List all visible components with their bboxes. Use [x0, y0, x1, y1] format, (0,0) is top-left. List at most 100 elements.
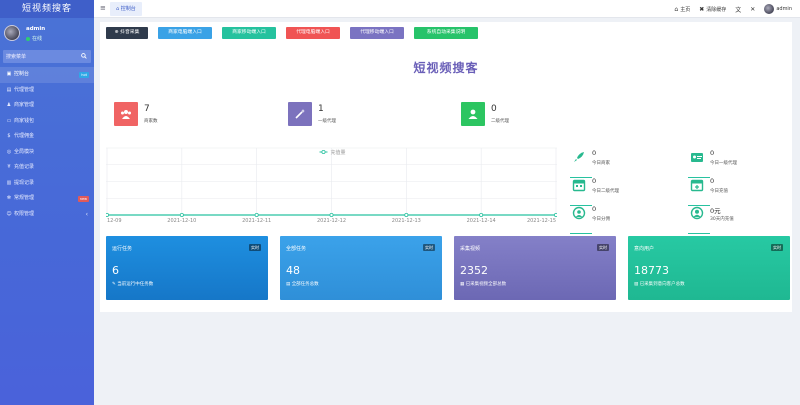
- sidebar-item-4[interactable]: $ 代理佣金: [0, 129, 94, 145]
- tab-dashboard[interactable]: ⌂ 控制台: [110, 2, 142, 16]
- topnav-translate[interactable]: 文: [735, 5, 741, 14]
- sidebar-item-label: 商家管理: [14, 102, 35, 108]
- chevron-left-icon: ‹: [85, 210, 88, 218]
- summary-card-0[interactable]: 运行任务 实时 6 ✎ 当前运行中任务数: [106, 236, 268, 300]
- users-icon: [114, 102, 138, 126]
- sidebar-item-label: 商家钱包: [14, 117, 35, 124]
- card-description-text: 当前运行中任务数: [117, 282, 154, 287]
- mini-stat-bar: [570, 232, 592, 234]
- mini-stat-label: 今日一级代理: [710, 161, 737, 166]
- quick-button-4[interactable]: 代理移动端入口: [350, 27, 404, 39]
- sidebar-item-label: 代理佣金: [14, 133, 35, 139]
- quick-button-0[interactable]: ⊕ 抖音采集: [106, 27, 148, 39]
- data-point: [553, 213, 558, 218]
- user-status-text: 在线: [32, 36, 43, 42]
- top-nav: ⌂ 主页 ✖ 清除缓存 文 ✕ admin: [674, 0, 792, 18]
- data-point: [479, 213, 484, 218]
- data-point: [254, 213, 259, 218]
- user-panel: admin 在线: [0, 18, 94, 48]
- topnav-home[interactable]: ⌂ 主页: [674, 6, 690, 13]
- user-name: admin: [26, 26, 46, 32]
- mini-stat-value: 0: [710, 177, 715, 185]
- sidebar-item-label: 充值记录: [14, 164, 35, 170]
- quick-buttons: ⊕ 抖音采集 商家电脑端入口 商家移动端入口 代理电脑端入口 代理移动端入口 系统自动采集…: [106, 27, 478, 39]
- topnav-avatar[interactable]: admin: [764, 4, 792, 14]
- mini-stat-value: 0: [592, 205, 597, 213]
- group-icon: ☺: [6, 210, 12, 217]
- menu-toggle-icon[interactable]: ≡: [100, 4, 106, 12]
- online-dot-icon: [26, 36, 30, 41]
- mini-stat-label: 30天内充值: [710, 217, 734, 222]
- sidebar-item-5[interactable]: ◎ 全局模块: [0, 145, 94, 161]
- x-tick-label: 2021-12-11: [242, 218, 271, 222]
- dashboard-icon: ▣: [6, 71, 12, 77]
- sidebar-item-0[interactable]: ▣ 控制台 hot: [0, 67, 94, 83]
- quick-button-1[interactable]: 商家电脑端入口: [158, 27, 212, 39]
- nav-badge: new: [77, 195, 89, 202]
- summary-card-1[interactable]: 全部任务 实时 48 ▤ 全部任务总数: [280, 236, 442, 300]
- sidebar-item-label: 全局模块: [14, 148, 35, 155]
- card-value: 6: [112, 264, 119, 277]
- sidebar-item-label: 代理管理: [14, 86, 35, 93]
- nav-badge: hot: [79, 71, 89, 78]
- stat-label: 一级代理: [318, 119, 336, 124]
- quick-button-2[interactable]: 商家移动端入口: [222, 27, 276, 39]
- card-title: 运行任务: [112, 246, 133, 252]
- card-description: ▦ 已采集视频全部总数: [460, 281, 506, 287]
- topnav-trash[interactable]: ✖ 清除缓存: [699, 6, 726, 13]
- avatar: [764, 4, 775, 14]
- withdraw-icon: ▥: [6, 179, 12, 186]
- legend-label: 充值量: [331, 149, 346, 156]
- sidebar-item-1[interactable]: ▤ 代理管理: [0, 83, 94, 99]
- user-status: 在线: [26, 35, 42, 42]
- topnav-fullscreen[interactable]: ✕: [750, 6, 755, 13]
- mini-stat-value: 0: [592, 177, 597, 185]
- summary-card-3[interactable]: 意向用户 实时 18773 ▧ 已采集到意向客户总数: [628, 236, 790, 300]
- search-icon[interactable]: [81, 53, 87, 59]
- sidebar-item-3[interactable]: ▭ 商家钱包: [0, 114, 94, 130]
- wallet-icon: ▭: [6, 117, 12, 124]
- mini-stat-label: 今日商家: [592, 161, 610, 166]
- dashboard-panel: ⊕ 抖音采集 商家电脑端入口 商家移动端入口 代理电脑端入口 代理移动端入口 系统自动采集…: [100, 22, 792, 312]
- mini-stat-label: 今日二级代理: [592, 189, 619, 194]
- sidebar-item-label: 提现记录: [14, 179, 35, 186]
- card-value: 18773: [634, 264, 669, 277]
- quick-button-3[interactable]: 代理电脑端入口: [286, 27, 340, 39]
- topnav-label: admin: [776, 6, 792, 12]
- card-description-text: 全部任务总数: [291, 282, 319, 287]
- sidebar-item-7[interactable]: ▥ 提现记录: [0, 176, 94, 192]
- app-logo-title[interactable]: 短视频搜客: [0, 0, 94, 18]
- card-description: ▤ 全部任务总数: [286, 281, 319, 287]
- sidebar-item-9[interactable]: ☺ 权限管理 ‹: [0, 207, 94, 223]
- home-icon: ⌂: [674, 5, 679, 13]
- sidebar-item-6[interactable]: ¥ 充值记录: [0, 160, 94, 176]
- x-tick-label: 2021-12-13: [392, 218, 421, 222]
- quick-button-label: 商家电脑端入口: [168, 30, 202, 35]
- card-description: ▧ 已采集到意向客户总数: [634, 281, 685, 287]
- topnav-label: 主页: [680, 6, 691, 13]
- data-point: [329, 213, 334, 218]
- quick-button-5[interactable]: 系统自动采集说明: [414, 27, 478, 39]
- user-circle-icon: [690, 206, 704, 220]
- quick-button-label: 抖音采集: [120, 30, 140, 35]
- status-badge: 实时: [423, 244, 435, 251]
- sidebar-item-2[interactable]: ♟ 商家管理: [0, 98, 94, 114]
- card-description-text: 已采集到意向客户总数: [639, 282, 685, 287]
- circle-icon: [572, 206, 586, 220]
- sidebar-search: [3, 50, 91, 63]
- search-input[interactable]: [6, 52, 76, 61]
- chart-svg: 12-09 2021-12-10 2021-12-11 2021-12-12 2021-…: [104, 147, 558, 224]
- stat-value: 0: [491, 104, 497, 114]
- status-badge: 实时: [249, 244, 261, 251]
- quick-button-label: 系统自动采集说明: [426, 30, 466, 35]
- stat-value: 1: [318, 104, 324, 114]
- stat-label: 二级代理: [491, 119, 509, 124]
- translate-icon: 文: [735, 6, 742, 14]
- sidebar-item-8[interactable]: ✻ 常规管理 new: [0, 191, 94, 207]
- commission-icon: $: [7, 133, 11, 139]
- magic-icon: [288, 102, 312, 126]
- summary-card-2[interactable]: 采集视频 实时 2352 ▦ 已采集视频全部总数: [454, 236, 616, 300]
- yen-icon: ¥: [7, 164, 11, 170]
- mini-stat-value: 0: [592, 149, 597, 157]
- sidebar-item-label: 常规管理: [14, 195, 35, 201]
